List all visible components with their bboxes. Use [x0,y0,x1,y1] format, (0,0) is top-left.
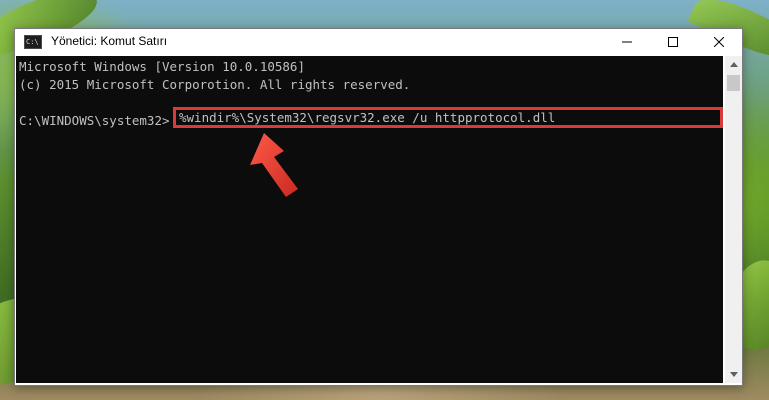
console-line: (c) 2015 Microsoft Corporotion. All righ… [19,77,411,92]
scroll-thumb[interactable] [727,75,740,91]
console-line: Microsoft Windows [Version 10.0.10586] [19,59,305,74]
close-button[interactable] [696,29,742,55]
cmd-icon: C:\ [24,35,42,49]
command-prompt: C:\WINDOWS\system32> [19,113,170,128]
maximize-icon [668,37,678,47]
red-arrow-icon [250,133,298,197]
scroll-up-button[interactable] [725,56,742,73]
command-prompt-window: C:\ Yönetici: Komut Satırı Microsoft Win… [14,28,743,386]
minimize-icon [622,41,632,43]
vertical-scrollbar[interactable] [725,56,742,383]
console-output[interactable]: Microsoft Windows [Version 10.0.10586] (… [16,56,723,383]
command-input[interactable]: %windir%\System32\regsvr32.exe /u httppr… [173,107,723,128]
title-bar[interactable]: C:\ Yönetici: Komut Satırı [15,29,742,55]
minimize-button[interactable] [604,29,650,55]
scroll-down-button[interactable] [725,366,742,383]
maximize-button[interactable] [650,29,696,55]
chevron-up-icon [729,62,738,67]
close-icon [714,37,724,47]
chevron-down-icon [729,372,738,377]
window-title: Yönetici: Komut Satırı [51,34,168,48]
